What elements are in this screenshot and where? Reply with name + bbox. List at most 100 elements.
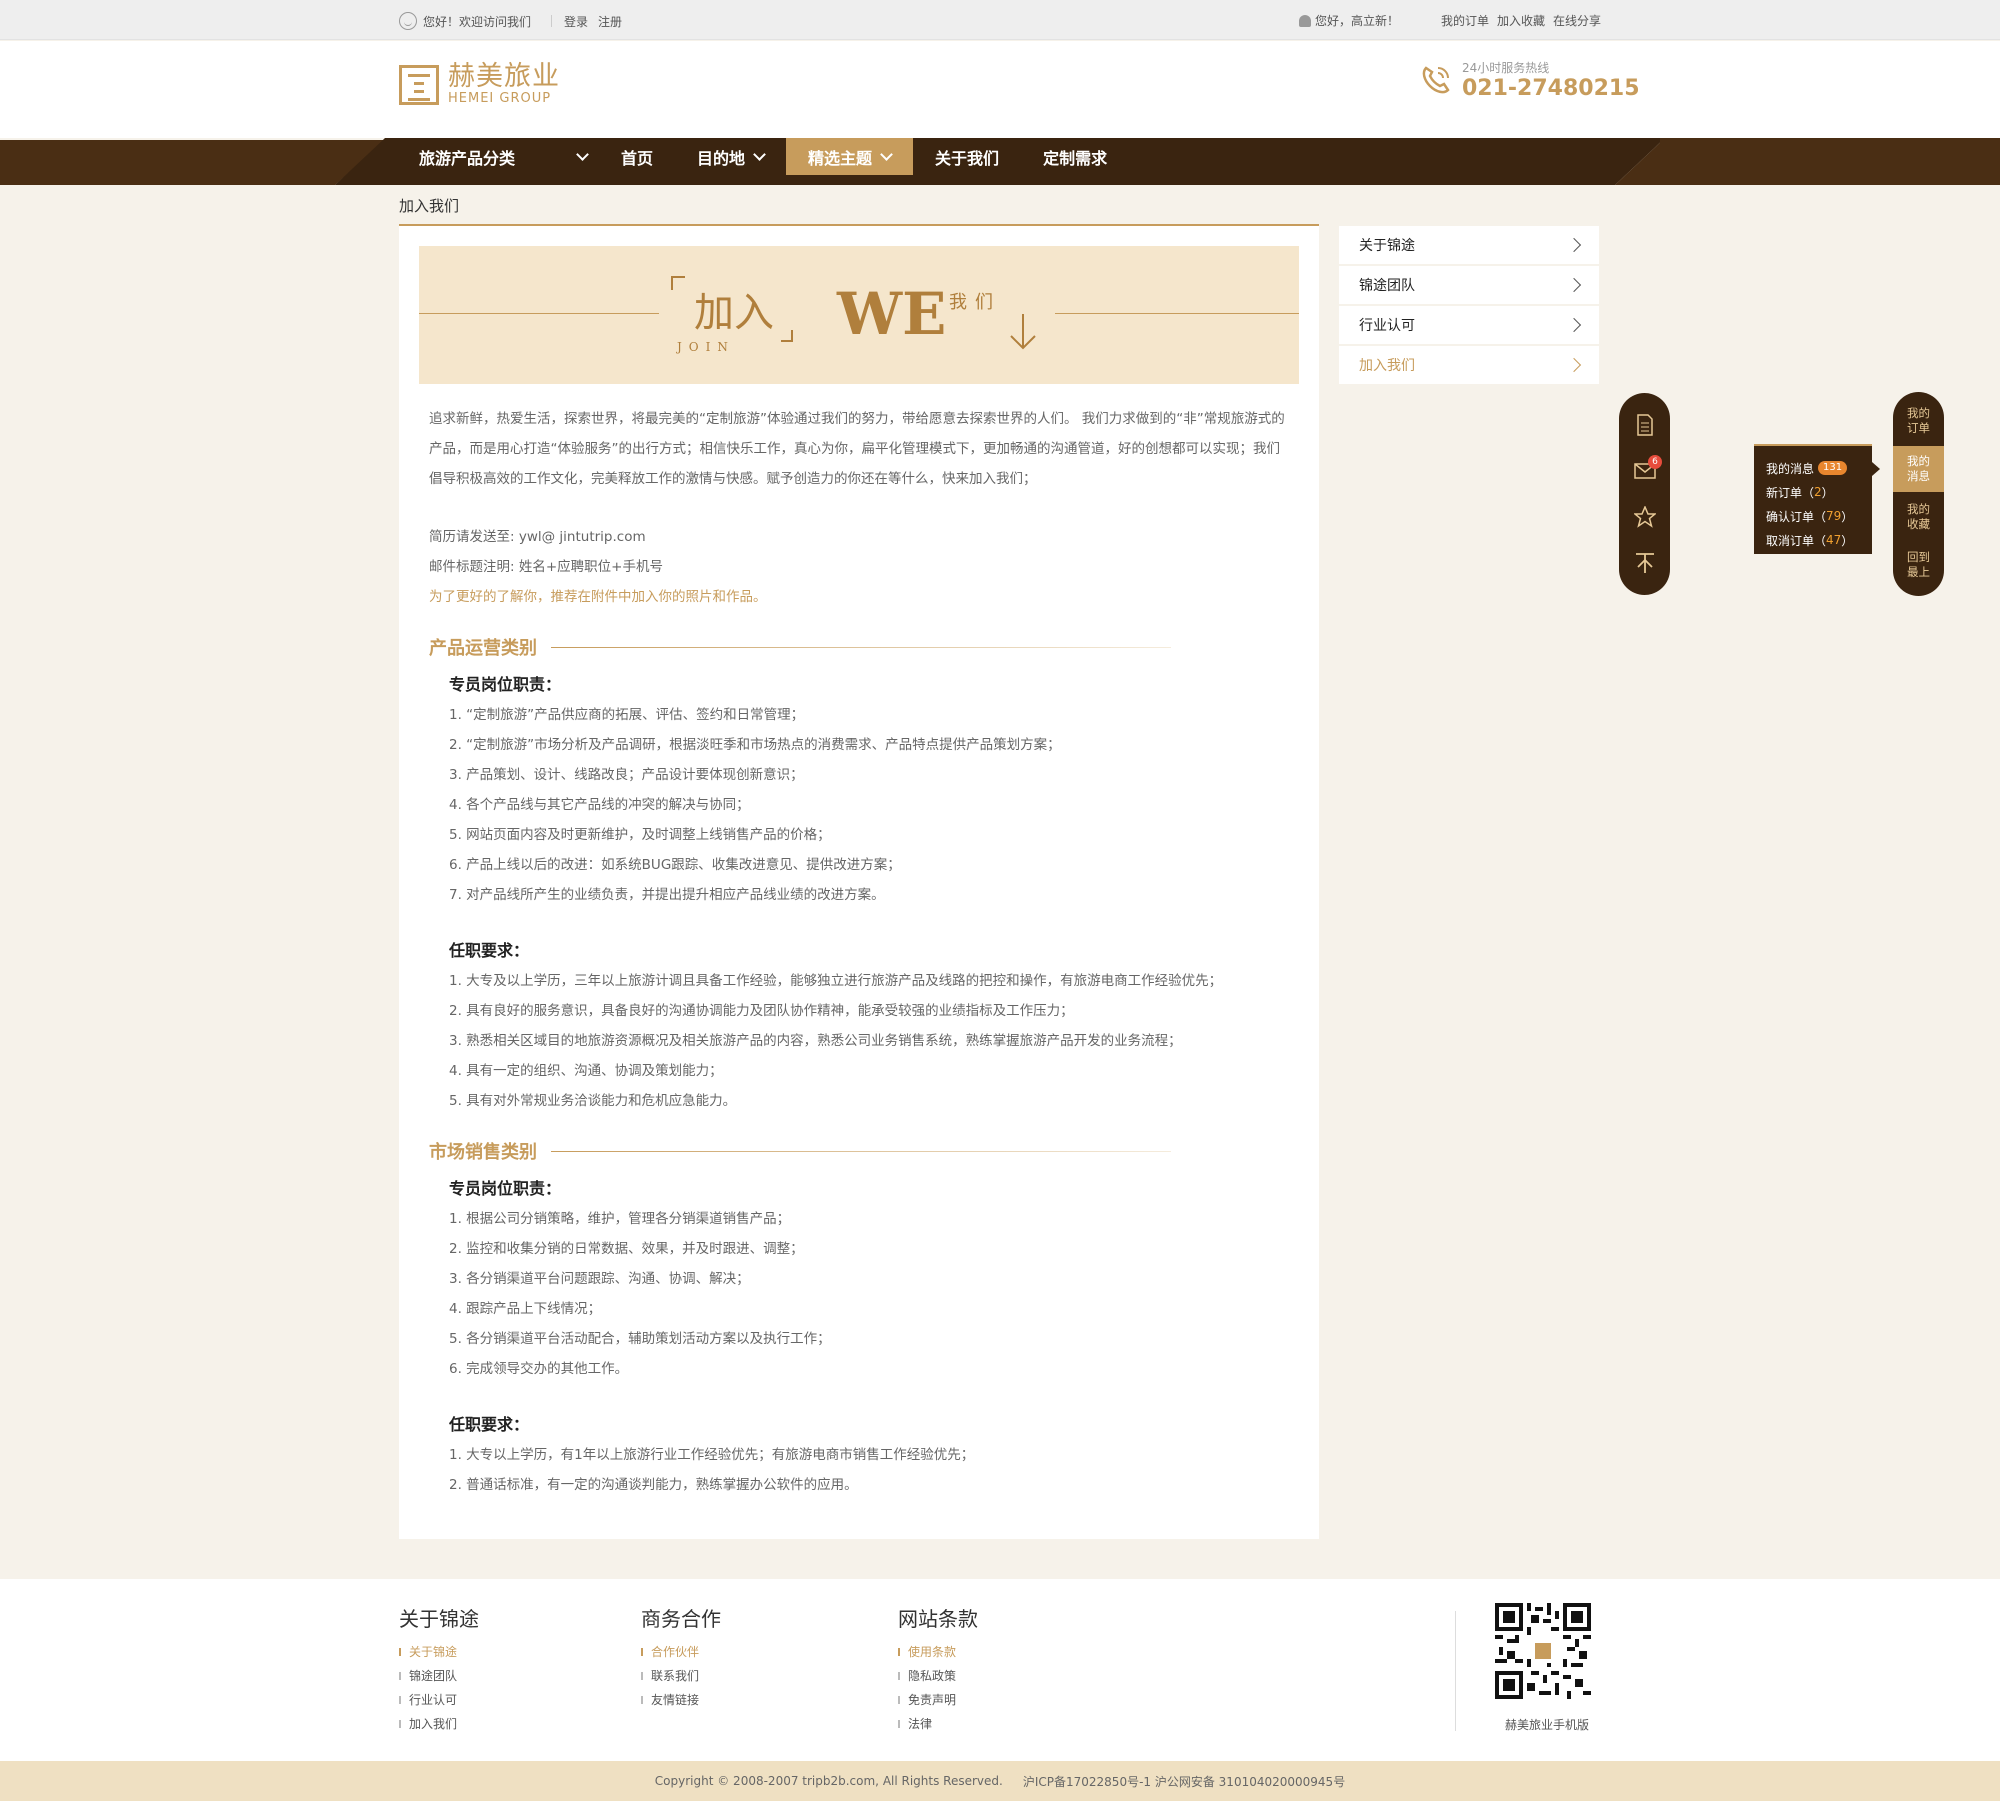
register-link[interactable]: 注册: [598, 13, 622, 30]
list-item: 4. 具有一定的组织、沟通、协调及策划能力；: [449, 1063, 723, 1079]
popup-row-new-orders[interactable]: 新订单（ 2）: [1766, 480, 1860, 504]
copyright-text: Copyright © 2008-2007 tripb2b.com, All R…: [654, 1774, 1003, 1788]
phone-icon: [1422, 66, 1450, 94]
section-title: 市场销售类别: [429, 1134, 1289, 1168]
list-item: 2. 具有良好的服务意识，具备良好的沟通协调能力及团队协作精神，能承受较强的业绩…: [449, 1003, 1074, 1019]
sidebar-item-about[interactable]: 关于锦途: [1339, 226, 1599, 264]
list-item: 3. 产品策划、设计、线路改良；产品设计要体现创新意识；: [449, 767, 804, 783]
nav-custom[interactable]: 定制需求: [1021, 138, 1129, 175]
login-link[interactable]: 登录: [564, 13, 588, 30]
chevron-right-icon: [1566, 277, 1582, 293]
footer-link[interactable]: 隐私政策: [898, 1664, 978, 1688]
nav-destination[interactable]: 目的地: [675, 138, 786, 175]
list-item: 5. 各分销渠道平台活动配合，辅助策划活动方案以及执行工作；: [449, 1331, 831, 1347]
list-item: 6. 完成领导交办的其他工作。: [449, 1361, 629, 1377]
resume-email: 简历请发送至: ywl@ jintutrip.com: [429, 529, 646, 545]
popup-row-confirmed-orders[interactable]: 确认订单（ 79）: [1766, 504, 1860, 528]
share-link[interactable]: 在线分享: [1553, 12, 1601, 29]
floating-toolbar: 6: [1619, 393, 1670, 595]
main-nav: 旅游产品分类 首页 目的地 精选主题 关于我们 定制需求: [399, 138, 1130, 175]
list-item: 6. 产品上线以后的改进：如系统BUG跟踪、收集改进意见、提供改进方案；: [449, 857, 901, 873]
list-item: 3. 各分销渠道平台问题跟踪、沟通、协调、解决；: [449, 1271, 750, 1287]
logo[interactable]: 赫美旅业 HEMEI GROUP: [399, 63, 560, 106]
list-item: 1. “定制旅游”产品供应商的拓展、评估、签约和日常管理；: [449, 707, 805, 723]
list-item: 1. 大专及以上学历，三年以上旅游计调且具备工作经验，能够独立进行旅游产品及线路…: [449, 973, 1223, 989]
nav-category-menu[interactable]: 旅游产品分类: [399, 138, 599, 175]
nav-home[interactable]: 首页: [599, 138, 675, 175]
requirements-list: 1. 大专及以上学历，三年以上旅游计调且具备工作经验，能够独立进行旅游产品及线路…: [449, 966, 1289, 1116]
popup-row-messages[interactable]: 我的消息 131: [1766, 456, 1860, 480]
nav-band: 旅游产品分类 首页 目的地 精选主题 关于我们 定制需求: [0, 138, 2000, 185]
hotline-label: 24小时服务热线: [1462, 61, 1550, 75]
requirements-list: 1. 大专以上学历，有1年以上旅游行业工作经验优先；有旅游电商市销售工作经验优先…: [449, 1440, 1289, 1500]
add-favorite-link[interactable]: 加入收藏: [1497, 12, 1545, 29]
sidebar-item-team[interactable]: 锦途团队: [1339, 266, 1599, 304]
resume-tip: 为了更好的了解你，推荐在附件中加入你的照片和作品。: [429, 589, 767, 605]
popup-row-cancelled-orders[interactable]: 取消订单（ 47）: [1766, 528, 1860, 552]
arrow-down-icon: [1010, 314, 1036, 350]
logo-name-cn: 赫美旅业: [448, 61, 560, 92]
chevron-right-icon: [1566, 357, 1582, 373]
duties-title: 专员岗位职责：: [449, 675, 562, 694]
messages-popup: 我的消息 131 新订单（ 2） 确认订单（ 79） 取消订单（ 47）: [1754, 444, 1880, 554]
list-item: 2. 普通话标准，有一定的沟通谈判能力，熟练掌握办公软件的应用。: [449, 1477, 858, 1493]
my-favorites-button[interactable]: 我的收藏: [1893, 494, 1944, 540]
star-icon[interactable]: [1619, 499, 1670, 535]
list-item: 1. 根据公司分销策略，维护，管理各分销渠道销售产品；: [449, 1211, 791, 1227]
footer-column-title: 网站条款: [898, 1607, 978, 1631]
copyright-bar: Copyright © 2008-2007 tripb2b.com, All R…: [0, 1761, 2000, 1801]
list-item: 7. 对产品线所产生的业绩负责，并提出提升相应产品线业绩的改进方案。: [449, 887, 885, 903]
my-orders-button[interactable]: 我的订单: [1893, 398, 1944, 444]
footer-column-terms: 网站条款 使用条款 隐私政策 免责声明 法律: [898, 1603, 978, 1736]
chevron-down-icon: [576, 147, 589, 161]
footer-link[interactable]: 使用条款: [898, 1640, 978, 1664]
footer: 关于锦途 关于锦途 锦途团队 行业认可 加入我们 商务合作 合作伙伴 联系我们 …: [0, 1579, 2000, 1761]
resume-subject: 邮件标题注明: 姓名+应聘职位+手机号: [429, 559, 663, 575]
chevron-right-icon: [1566, 237, 1582, 253]
footer-link[interactable]: 关于锦途: [399, 1640, 479, 1664]
footer-link[interactable]: 联系我们: [641, 1664, 721, 1688]
top-bar: 您好！欢迎访问我们 登录 注册 您好，高立新！ 我的订单 加入收藏 在线分享: [0, 0, 2000, 40]
sidebar-item-recognition[interactable]: 行业认可: [1339, 306, 1599, 344]
list-item: 2. “定制旅游”市场分析及产品调研，根据淡旺季和市场热点的消费需求、产品特点提…: [449, 737, 1061, 753]
nav-about[interactable]: 关于我们: [913, 138, 1021, 175]
chevron-down-icon: [880, 147, 893, 161]
floating-user-toolbar: 我的订单 我的消息 我的收藏 回到最上: [1893, 392, 1944, 596]
user-greeting: 您好，高立新！: [1314, 14, 1399, 28]
footer-link[interactable]: 加入我们: [399, 1712, 479, 1736]
section-title: 产品运营类别: [429, 630, 1289, 664]
logo-name-en: HEMEI GROUP: [448, 91, 552, 106]
list-item: 1. 大专以上学历，有1年以上旅游行业工作经验优先；有旅游电商市销售工作经验优先…: [449, 1447, 975, 1463]
message-badge: 6: [1648, 455, 1662, 469]
footer-column-title: 关于锦途: [399, 1607, 479, 1631]
nav-themes[interactable]: 精选主题: [786, 138, 914, 175]
my-orders-link[interactable]: 我的订单: [1441, 12, 1489, 29]
sidebar-item-join[interactable]: 加入我们: [1339, 346, 1599, 384]
footer-link[interactable]: 锦途团队: [399, 1664, 479, 1688]
requirements-title: 任职要求：: [449, 1415, 530, 1434]
banner-we-cn: 我们: [949, 292, 1001, 313]
qr-code-icon: [1495, 1603, 1591, 1699]
user-icon: [1298, 14, 1311, 27]
footer-link[interactable]: 友情链接: [641, 1688, 721, 1712]
document-icon[interactable]: [1619, 407, 1670, 443]
breadcrumb: 加入我们: [399, 197, 460, 215]
banner-title: 加入: [694, 290, 774, 336]
list-item: 5. 网站页面内容及时更新维护，及时调整上线销售产品的价格；: [449, 827, 831, 843]
my-messages-button[interactable]: 我的消息: [1893, 446, 1944, 492]
footer-link[interactable]: 法律: [898, 1712, 978, 1736]
footer-link[interactable]: 免责声明: [898, 1688, 978, 1712]
mail-icon[interactable]: [1619, 453, 1670, 489]
footer-link[interactable]: 合作伙伴: [641, 1640, 721, 1664]
back-to-top-button[interactable]: 回到最上: [1893, 542, 1944, 588]
list-item: 4. 各个产品线与其它产品线的冲突的解决与协同；: [449, 797, 750, 813]
duties-title: 专员岗位职责：: [449, 1179, 562, 1198]
job-content: 追求新鲜，热爱生活，探索世界，将最完美的“定制旅游”体验通过我们的努力，带给愿意…: [429, 404, 1289, 1500]
footer-link[interactable]: 行业认可: [399, 1688, 479, 1712]
smile-icon: [399, 12, 417, 30]
back-to-top-icon[interactable]: [1619, 545, 1670, 581]
footer-column-title: 商务合作: [641, 1607, 721, 1631]
welcome-text: 您好！欢迎访问我们: [423, 14, 532, 29]
intro-text: 追求新鲜，热爱生活，探索世界，将最完美的“定制旅游”体验通过我们的努力，带给愿意…: [429, 411, 1285, 487]
logo-mark-icon: [399, 64, 439, 105]
